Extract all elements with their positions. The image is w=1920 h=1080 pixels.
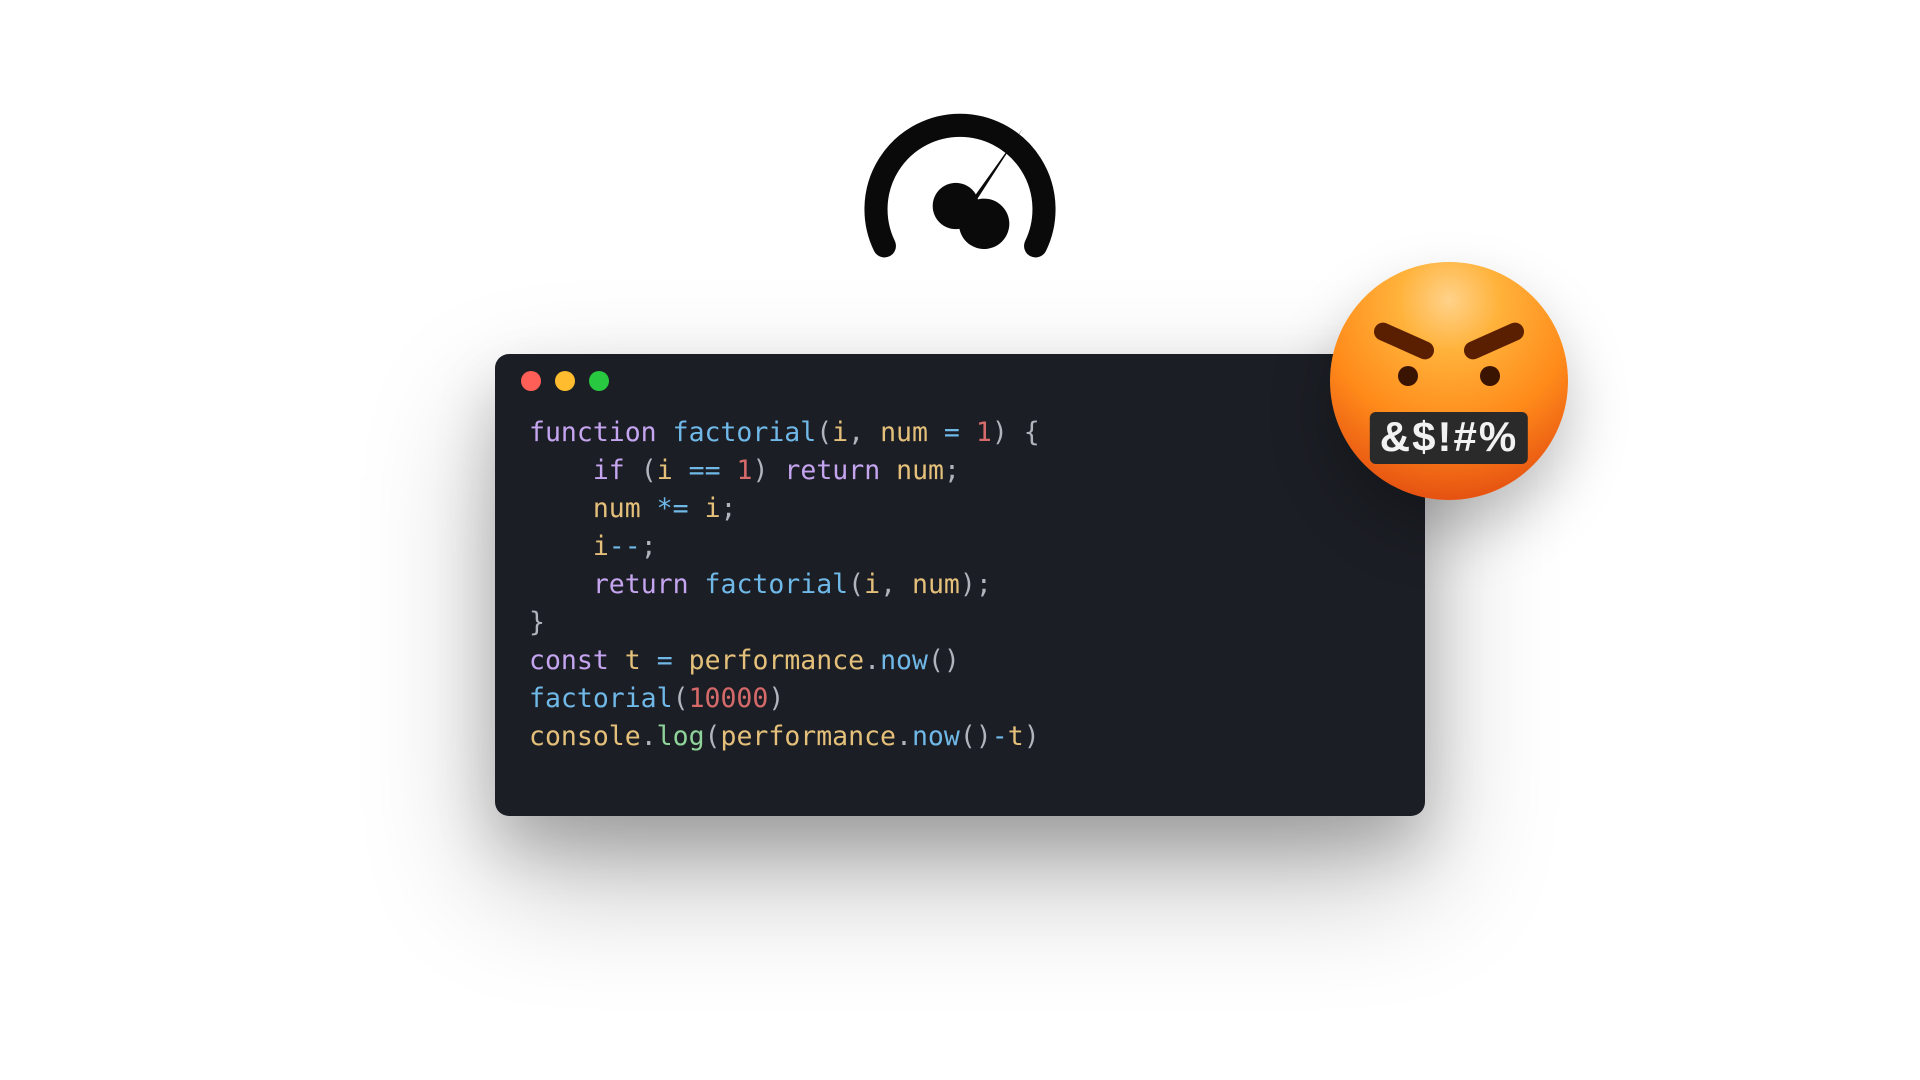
window-zoom-button[interactable] — [589, 371, 609, 391]
emoji-eye-right — [1480, 366, 1500, 386]
function-name: factorial — [673, 417, 817, 448]
emoji-brow-right — [1461, 320, 1527, 362]
window-close-button[interactable] — [521, 371, 541, 391]
emoji-eye-left — [1398, 366, 1418, 386]
speed-gauge-icon — [855, 90, 1065, 285]
keyword-function: function — [529, 417, 657, 448]
emoji-brow-left — [1371, 320, 1437, 362]
illustration-stage: function factorial(i, num = 1) { if (i =… — [0, 0, 1920, 1080]
window-titlebar — [495, 354, 1425, 408]
angry-swearing-emoji-icon: &$!#% — [1330, 262, 1568, 500]
emoji-swear-text: &$!#% — [1370, 412, 1528, 464]
code-block: function factorial(i, num = 1) { if (i =… — [495, 408, 1425, 756]
emoji-face: &$!#% — [1330, 262, 1568, 500]
code-window: function factorial(i, num = 1) { if (i =… — [495, 354, 1425, 816]
window-minimize-button[interactable] — [555, 371, 575, 391]
